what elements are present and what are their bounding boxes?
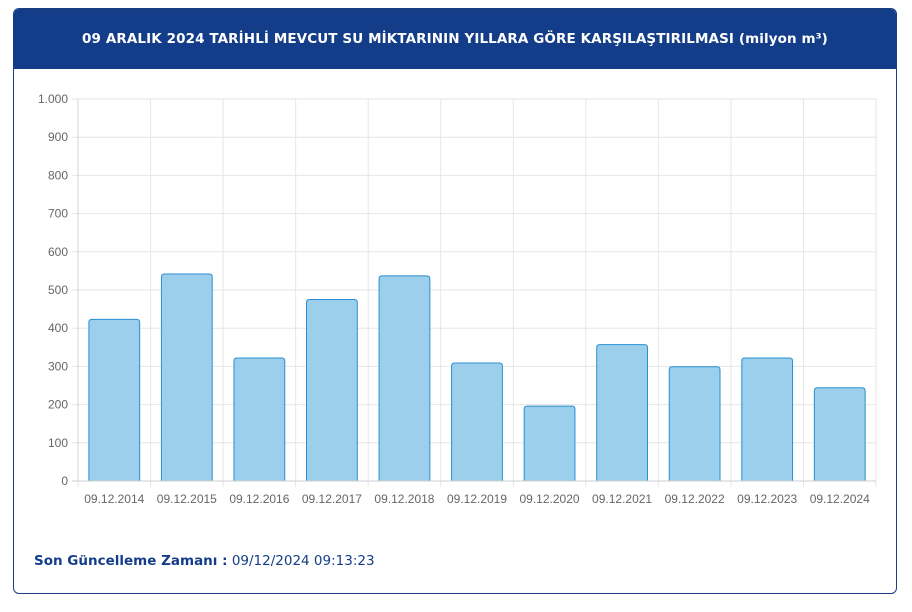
last-updated: Son Güncelleme Zamanı : 09/12/2024 09:13… — [34, 553, 375, 569]
chart-area: 0 100 200 300 400 500 600 700 800 900 1.000 09.12.… — [14, 69, 896, 519]
bars — [88, 273, 866, 481]
bar-09.12.2015[interactable] — [161, 273, 213, 481]
bar-09.12.2021[interactable] — [596, 344, 648, 481]
last-updated-value: 09/12/2024 09:13:23 — [231, 553, 375, 569]
x-tick-label: 09.12.2019 — [447, 492, 507, 506]
bar-09.12.2022[interactable] — [669, 366, 721, 481]
x-tick-label: 09.12.2018 — [374, 492, 434, 506]
bar-09.12.2014[interactable] — [88, 319, 140, 481]
y-tick-labels: 0 100 200 300 400 500 600 700 800 900 1.000 — [38, 92, 68, 488]
x-tick-label: 09.12.2024 — [810, 492, 870, 506]
bar-09.12.2024[interactable] — [814, 387, 866, 481]
bar-09.12.2017[interactable] — [306, 299, 358, 481]
y-tick-label: 0 — [61, 474, 68, 488]
bar-09.12.2019[interactable] — [451, 362, 503, 481]
y-tick-label: 100 — [48, 436, 68, 450]
x-tick-label: 09.12.2017 — [302, 492, 362, 506]
x-tick-label: 09.12.2022 — [665, 492, 725, 506]
y-tick-label: 300 — [48, 359, 68, 373]
x-tick-labels: 09.12.2014 09.12.2015 09.12.2016 09.12.2017… — [84, 492, 870, 506]
bar-09.12.2018[interactable] — [379, 275, 430, 481]
y-tick-label: 500 — [48, 283, 68, 297]
chart-title: 09 ARALIK 2024 TARİHLİ MEVCUT SU MİKTARI… — [14, 9, 896, 69]
x-tick-label: 09.12.2020 — [520, 492, 580, 506]
y-tick-label: 400 — [48, 321, 68, 335]
bar-09.12.2023[interactable] — [741, 357, 793, 481]
y-tick-label: 200 — [48, 398, 68, 412]
y-tick-label: 700 — [48, 207, 68, 221]
chart-card: 09 ARALIK 2024 TARİHLİ MEVCUT SU MİKTARI… — [13, 8, 897, 594]
x-tick-label: 09.12.2023 — [737, 492, 797, 506]
bar-chart: 0 100 200 300 400 500 600 700 800 900 1.000 09.12.… — [38, 92, 877, 506]
x-tick-label: 09.12.2021 — [592, 492, 652, 506]
y-tick-label: 600 — [48, 245, 68, 259]
bar-09.12.2016[interactable] — [233, 357, 285, 481]
x-tick-label: 09.12.2014 — [84, 492, 144, 506]
x-tick-label: 09.12.2016 — [229, 492, 289, 506]
last-updated-label: Son Güncelleme Zamanı : — [34, 553, 228, 569]
y-tick-label: 800 — [48, 168, 68, 182]
y-tick-label: 1.000 — [38, 92, 68, 106]
bar-09.12.2020[interactable] — [524, 406, 575, 481]
x-tick-label: 09.12.2015 — [157, 492, 217, 506]
y-tick-label: 900 — [48, 130, 68, 144]
